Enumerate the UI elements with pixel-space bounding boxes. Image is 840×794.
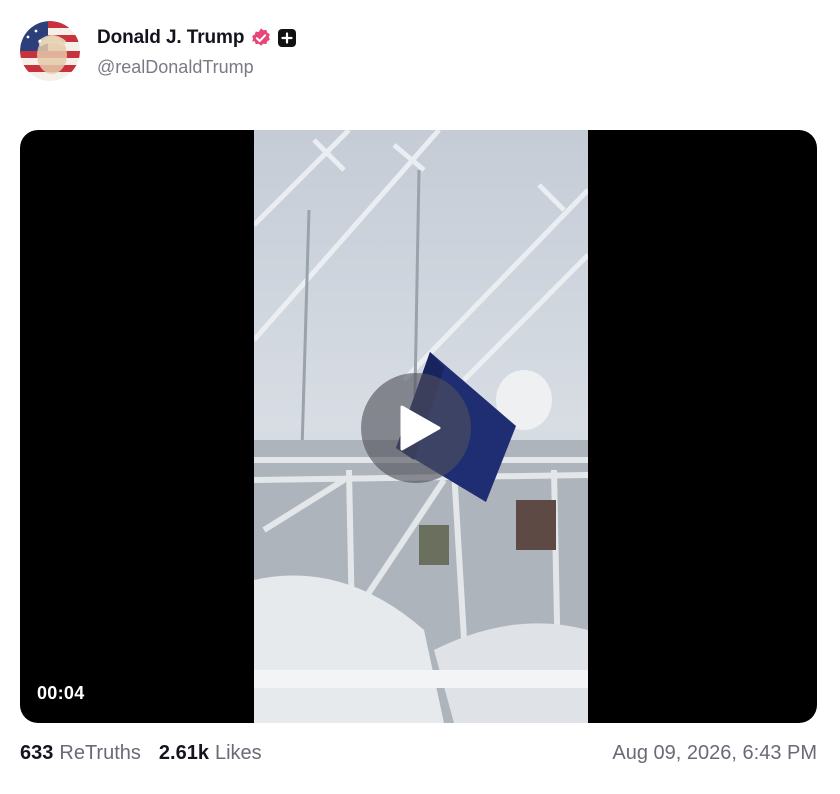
author-handle[interactable]: @realDonaldTrump bbox=[97, 57, 296, 78]
likes-label: Likes bbox=[214, 741, 262, 764]
post-footer: 633 ReTruths 2.61k Likes Aug 09, 2026, 6… bbox=[20, 736, 817, 770]
video-player[interactable]: 00:04 bbox=[20, 130, 817, 723]
likes-stat[interactable]: 2.61k Likes bbox=[159, 742, 262, 765]
plus-icon bbox=[278, 28, 297, 47]
display-name[interactable]: Donald J. Trump bbox=[97, 27, 244, 49]
name-row: Donald J. Trump bbox=[97, 25, 297, 51]
retruths-count: 633 bbox=[20, 741, 54, 764]
post-date[interactable]: Aug 09, 2026, 6:43 PM bbox=[612, 742, 817, 765]
play-icon bbox=[400, 405, 441, 451]
retruths-stat[interactable]: 633 ReTruths bbox=[20, 742, 141, 765]
video-timestamp: 00:04 bbox=[37, 683, 85, 703]
post-header: Donald J. Trump @realDonaldTrump bbox=[20, 20, 297, 82]
retruths-label: ReTruths bbox=[59, 741, 141, 764]
post-stats: 633 ReTruths 2.61k Likes bbox=[20, 742, 280, 765]
verified-badge-icon bbox=[252, 27, 271, 46]
author-info: Donald J. Trump @realDonaldTrump bbox=[97, 25, 297, 78]
likes-count: 2.61k bbox=[158, 741, 209, 764]
avatar[interactable] bbox=[20, 21, 80, 81]
play-button[interactable] bbox=[361, 373, 471, 483]
